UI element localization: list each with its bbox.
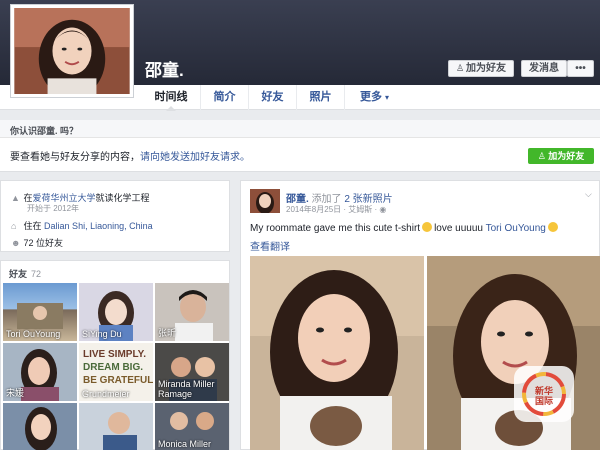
- post-date[interactable]: 2014年8月25日 · 艾姆斯 ·: [286, 205, 377, 214]
- study-suffix: 就读化学工程: [95, 193, 150, 203]
- xinhua-watermark-logo: 新华 国际: [514, 366, 574, 422]
- intro-card: ▲ 在爱荷华州立大学就读化学工程 开始于 2012年 ⌂ 住在 Dalian S…: [0, 180, 230, 252]
- friends-count: 72 位好友: [23, 238, 64, 248]
- smile-emoji-icon: [422, 222, 433, 232]
- friend-name: 宋媛: [6, 388, 25, 398]
- watermark-text: 新华 国际: [514, 386, 574, 406]
- tab-friends-label: 好友: [261, 91, 284, 103]
- blush-emoji-icon: [547, 222, 558, 232]
- friend-tile[interactable]: Miranda Miller Ramage: [155, 343, 229, 401]
- add-friend-button[interactable]: ♙ 加为好友: [448, 60, 514, 77]
- home-icon: ⌂: [11, 221, 17, 231]
- svg-text:DREAM BIG.: DREAM BIG.: [83, 362, 143, 373]
- friend-tile[interactable]: Monica Miller: [155, 403, 229, 450]
- friend-photo: [103, 412, 137, 450]
- tab-more[interactable]: 更多 ▾: [344, 85, 404, 110]
- post-photo-1-image: [250, 256, 424, 450]
- more-options-button[interactable]: •••: [567, 60, 594, 77]
- tab-more-label: 更多: [359, 91, 382, 103]
- friend-name: Tori OuYoung: [6, 329, 61, 339]
- study-prefix: 在: [23, 193, 33, 203]
- school-link[interactable]: 爱荷华州立大学: [33, 193, 96, 203]
- add-friend-label: 加为好友: [466, 63, 507, 74]
- share-prompt: 要查看她与好友分享的内容，请向她发送加好友请求。: [10, 148, 250, 163]
- tab-timeline-label: 时间线: [154, 91, 188, 103]
- friend-tile[interactable]: SiYing Du: [79, 283, 153, 341]
- post-text-before: My roommate gave me this cute t-shirt: [250, 223, 421, 234]
- friends-count-row: ☻ 72 位好友: [11, 236, 63, 249]
- people-icon: ☻: [11, 238, 21, 248]
- friend-name: 张昕: [158, 328, 177, 338]
- tab-friends[interactable]: 好友: [248, 85, 296, 110]
- lives-prefix: 住在: [23, 221, 42, 231]
- add-friend-green-button[interactable]: ♙ 加为好友: [528, 148, 594, 164]
- tab-photos-label: 照片: [309, 91, 332, 103]
- friend-tile[interactable]: [3, 403, 77, 450]
- more-dots-icon: •••: [575, 63, 586, 74]
- friend-name: SiYing Du: [82, 329, 122, 339]
- friend-tile[interactable]: Tori OuYoung: [3, 283, 77, 341]
- share-prompt-text: 要查看她与好友分享的内容，: [10, 152, 140, 163]
- profile-name: 邵童.: [145, 61, 184, 80]
- profile-picture-image: [14, 8, 130, 94]
- post-author-avatar[interactable]: [250, 189, 280, 214]
- watermark-line1: 新华: [534, 386, 553, 396]
- post-photo-1[interactable]: [250, 256, 424, 450]
- friends-title-label: 好友: [9, 269, 28, 279]
- friend-photo: [25, 407, 57, 450]
- mention-link[interactable]: Tori OuYoung: [486, 223, 546, 234]
- post-text: My roommate gave me this cute t-shirt lov…: [250, 222, 560, 234]
- send-request-link[interactable]: 请向她发送加好友请求。: [140, 152, 250, 163]
- add-friend-green-label: 加为好友: [548, 151, 585, 161]
- education-since: 开始于 2012年: [27, 204, 80, 213]
- tab-photos[interactable]: 照片: [296, 85, 344, 110]
- post-header: 邵童. 添加了 2 张新照片: [286, 190, 393, 205]
- friends-title-count: 72: [31, 269, 42, 279]
- caret-down-icon: ▾: [385, 93, 390, 102]
- friend-tile[interactable]: 张昕: [155, 283, 229, 341]
- watermark-line2: 国际: [534, 396, 553, 406]
- post-author-avatar-image: [250, 189, 280, 214]
- svg-text:LIVE SIMPLY.: LIVE SIMPLY.: [83, 349, 146, 360]
- friend-name: Grundmeier: [82, 389, 130, 399]
- message-label: 发消息: [529, 63, 559, 74]
- svg-text:BE GRATEFUL.: BE GRATEFUL.: [83, 375, 153, 386]
- lives-in-row: ⌂ 住在 Dalian Shi, Liaoning, China: [11, 219, 153, 232]
- add-user-icon: ♙: [455, 63, 465, 73]
- friend-tile[interactable]: 宋媛: [3, 343, 77, 401]
- city-link[interactable]: Dalian Shi, Liaoning, China: [44, 221, 153, 231]
- tab-timeline[interactable]: 时间线: [142, 85, 200, 111]
- friend-name: Monica Miller: [158, 439, 212, 449]
- profile-picture[interactable]: [10, 4, 134, 98]
- graduation-cap-icon: ▲: [11, 193, 20, 203]
- see-translation-link[interactable]: 查看翻译: [250, 238, 290, 253]
- friend-tile[interactable]: LIVE SIMPLY. DREAM BIG. BE GRATEFUL. Gru…: [79, 343, 153, 401]
- share-prompt-bar: 要查看她与好友分享的内容，请向她发送加好友请求。: [0, 138, 600, 172]
- know-banner: 你认识邵童. 吗？: [0, 120, 600, 138]
- friends-title[interactable]: 好友 72: [9, 267, 41, 280]
- message-button[interactable]: 发消息: [521, 60, 567, 77]
- friend-name: Miranda Miller Ramage: [158, 379, 215, 399]
- friend-tile[interactable]: [79, 403, 153, 450]
- add-user-icon: ♙: [537, 151, 546, 161]
- post-options-chevron-icon[interactable]: ⌵: [585, 189, 592, 200]
- globe-icon: ◉: [379, 205, 387, 214]
- tab-about[interactable]: 简介: [200, 85, 248, 110]
- post-text-middle: love uuuuu: [434, 223, 483, 234]
- post-meta: 2014年8月25日 · 艾姆斯 · ◉: [286, 204, 386, 215]
- tab-about-label: 简介: [213, 91, 236, 103]
- friends-card: 好友 72 Tori OuYoung SiYing Du 张昕 宋媛 LIVE S…: [0, 260, 230, 450]
